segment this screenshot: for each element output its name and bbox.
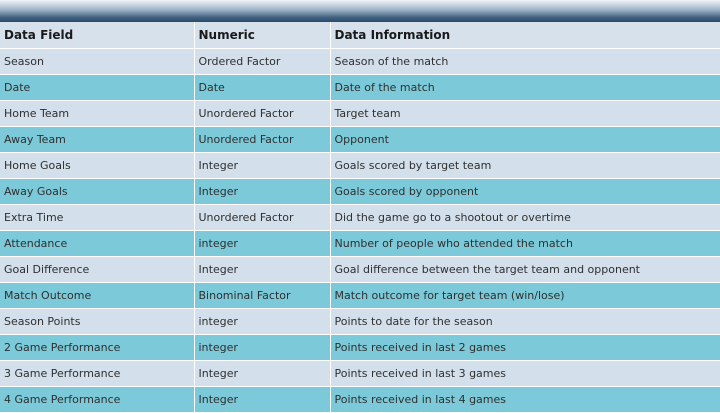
table-row: Season Points integer Points to date for… [0,308,720,335]
cell-data-field: Attendance [0,230,195,257]
cell-numeric: integer [194,230,331,257]
cell-numeric: Integer [194,178,331,205]
cell-data-field: Home Team [0,100,195,127]
cell-data-information: Points received in last 4 games [330,386,720,413]
cell-data-information: Goal difference between the target team … [330,256,720,283]
cell-data-information: Target team [330,100,720,127]
table-row: Match Outcome Binominal Factor Match out… [0,282,720,309]
table-row: 3 Game Performance Integer Points receiv… [0,360,720,387]
cell-data-field: Goal Difference [0,256,195,283]
data-dictionary-table: Data Field Numeric Data Information Seas… [0,22,720,413]
cell-data-field: 4 Game Performance [0,386,195,413]
table-row: 4 Game Performance Integer Points receiv… [0,386,720,413]
cell-data-information: Points to date for the season [330,308,720,335]
table-row: Date Date Date of the match [0,74,720,101]
header-bar [0,0,720,22]
cell-data-field: 3 Game Performance [0,360,195,387]
cell-data-field: Home Goals [0,152,195,179]
table-header-row: Data Field Numeric Data Information [0,22,720,49]
cell-data-information: Number of people who attended the match [330,230,720,257]
cell-data-field: Away Team [0,126,195,153]
cell-numeric: integer [194,334,331,361]
table-row: Away Goals Integer Goals scored by oppon… [0,178,720,205]
cell-data-information: Opponent [330,126,720,153]
cell-numeric: Unordered Factor [194,204,331,231]
header-data-information: Data Information [330,22,720,49]
cell-numeric: Unordered Factor [194,100,331,127]
cell-data-field: Match Outcome [0,282,195,309]
cell-data-information: Goals scored by opponent [330,178,720,205]
table-row: Attendance integer Number of people who … [0,230,720,257]
table-row: Away Team Unordered Factor Opponent [0,126,720,153]
cell-numeric: Unordered Factor [194,126,331,153]
cell-numeric: Integer [194,152,331,179]
table-row: Home Team Unordered Factor Target team [0,100,720,127]
cell-data-field: Extra Time [0,204,195,231]
cell-numeric: Integer [194,256,331,283]
table-row: Home Goals Integer Goals scored by targe… [0,152,720,179]
cell-data-field: 2 Game Performance [0,334,195,361]
cell-numeric: Binominal Factor [194,282,331,309]
cell-data-information: Date of the match [330,74,720,101]
cell-data-information: Season of the match [330,48,720,75]
cell-numeric: Integer [194,360,331,387]
cell-data-information: Did the game go to a shootout or overtim… [330,204,720,231]
table-row: Season Ordered Factor Season of the matc… [0,48,720,75]
cell-data-information: Goals scored by target team [330,152,720,179]
cell-data-field: Season Points [0,308,195,335]
cell-data-information: Match outcome for target team (win/lose) [330,282,720,309]
table-row: Extra Time Unordered Factor Did the game… [0,204,720,231]
cell-numeric: Date [194,74,331,101]
table-row: 2 Game Performance integer Points receiv… [0,334,720,361]
cell-numeric: integer [194,308,331,335]
cell-data-field: Away Goals [0,178,195,205]
cell-data-field: Season [0,48,195,75]
cell-data-information: Points received in last 3 games [330,360,720,387]
cell-data-field: Date [0,74,195,101]
header-data-field: Data Field [0,22,195,49]
header-numeric: Numeric [194,22,331,49]
table-row: Goal Difference Integer Goal difference … [0,256,720,283]
cell-numeric: Integer [194,386,331,413]
cell-data-information: Points received in last 2 games [330,334,720,361]
cell-numeric: Ordered Factor [194,48,331,75]
